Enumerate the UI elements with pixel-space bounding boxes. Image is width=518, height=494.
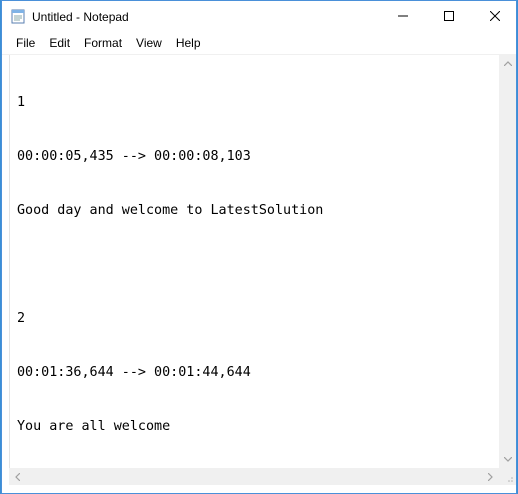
scroll-down-icon[interactable] — [499, 451, 516, 468]
close-icon — [489, 8, 501, 26]
editor-content[interactable]: 1 00:00:05,435 --> 00:00:08,103 Good day… — [17, 58, 323, 472]
maximize-button[interactable] — [426, 1, 472, 32]
scroll-right-icon[interactable] — [482, 468, 499, 485]
editor-line: 00:01:36,644 --> 00:01:44,644 — [17, 365, 251, 380]
menu-view[interactable]: View — [129, 32, 169, 54]
editor-line: ​ — [17, 256, 323, 274]
notepad-window: Untitled - Notepad File Edit Format View… — [1, 0, 517, 494]
editor-line: 00:00:05,435 --> 00:00:08,103 — [17, 149, 251, 164]
close-button[interactable] — [472, 1, 518, 32]
scroll-up-icon[interactable] — [499, 55, 516, 72]
editor-line: Good day and welcome to LatestSolution — [17, 203, 324, 218]
menu-help[interactable]: Help — [169, 32, 208, 54]
horizontal-scrollbar[interactable] — [9, 468, 499, 485]
window-title: Untitled - Notepad — [32, 10, 129, 24]
editor-line: 2 — [17, 311, 26, 326]
menu-edit[interactable]: Edit — [42, 32, 77, 54]
minimize-icon — [398, 8, 408, 26]
title-bar[interactable]: Untitled - Notepad — [2, 1, 516, 32]
menu-format[interactable]: Format — [77, 32, 129, 54]
editor-line: You are all welcome — [17, 419, 171, 434]
notepad-icon — [11, 9, 25, 24]
editor-line: 1 — [17, 95, 26, 110]
scroll-left-icon[interactable] — [9, 468, 26, 485]
maximize-icon — [444, 8, 454, 26]
minimize-button[interactable] — [380, 1, 426, 32]
text-editor[interactable]: 1 00:00:05,435 --> 00:00:08,103 Good day… — [9, 55, 499, 468]
resize-grip[interactable] — [499, 468, 516, 485]
menu-bar: File Edit Format View Help — [2, 32, 516, 55]
vertical-scrollbar[interactable] — [499, 55, 516, 468]
menu-file[interactable]: File — [2, 32, 42, 54]
